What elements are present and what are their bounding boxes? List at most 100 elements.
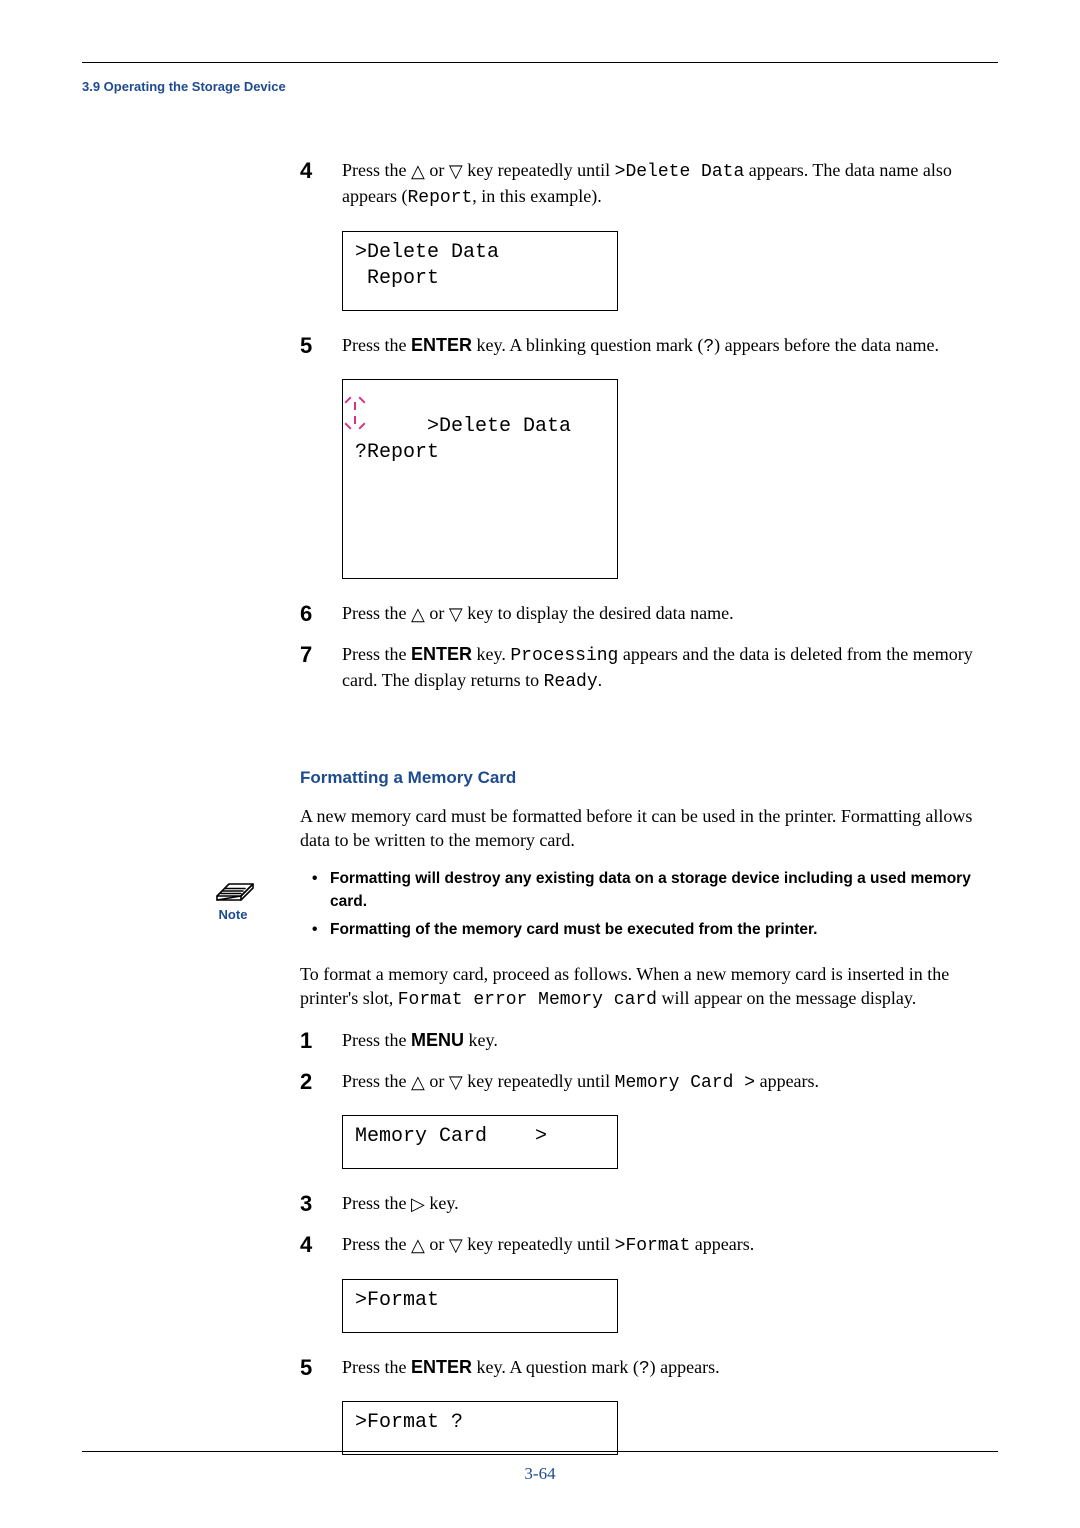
triangle-right-icon: ▷ [411,1192,425,1216]
lcd-line: ?Report [355,441,439,464]
code-text: Format error Memory card [398,990,657,1010]
step-body: Press the △ or ▽ key repeatedly until Me… [342,1069,998,1101]
step-body: Press the MENU key. [342,1028,998,1058]
code-text: ? [639,1359,650,1379]
step-number: 3 [300,1191,342,1215]
step-a4: 4 Press the △ or ▽ key repeatedly until … [300,158,998,217]
triangle-down-icon: ▽ [449,159,463,183]
triangle-down-icon: ▽ [449,1233,463,1257]
text: key repeatedly until [463,160,615,180]
text: Press the [342,1193,411,1213]
blink-indicator-icon [347,384,373,410]
lead-paragraph: To format a memory card, proceed as foll… [300,962,998,1013]
text: Press the [342,1357,411,1377]
lcd-line: >Delete Data [427,415,571,438]
text: Press the [342,1234,411,1254]
text: key repeatedly until [463,1234,615,1254]
code-text: >Delete Data [615,162,745,182]
triangle-up-icon: △ [411,159,425,183]
step-a5: 5 Press the ENTER key. A blinking questi… [300,333,998,365]
step-body: Press the ▷ key. [342,1191,998,1222]
step-number: 7 [300,642,342,666]
step-number: 4 [300,158,342,182]
text: will appear on the message display. [657,988,916,1008]
step-number: 1 [300,1028,342,1052]
text: key. [464,1030,498,1050]
text: or [425,1071,449,1091]
step-number: 5 [300,1355,342,1379]
step-body: Press the ENTER key. A blinking question… [342,333,998,365]
step-b2: 2 Press the △ or ▽ key repeatedly until … [300,1069,998,1101]
code-text: ? [703,337,714,357]
step-body: Press the ENTER key. Processing appears … [342,642,998,701]
step-number: 4 [300,1232,342,1256]
step-body: Press the △ or ▽ key repeatedly until >F… [342,1232,998,1264]
note-item: Formatting will destroy any existing dat… [330,868,998,913]
note-icon: Note [198,864,268,924]
page: 3.9 Operating the Storage Device 4 Press… [0,0,1080,1528]
step-number: 5 [300,333,342,357]
text: key to display the desired data name. [463,603,734,623]
lcd-display: >Delete Data Report [342,231,618,311]
key-name: ENTER [411,1357,472,1377]
step-b3: 3 Press the ▷ key. [300,1191,998,1222]
text: Press the [342,1071,411,1091]
text: Press the [342,335,411,355]
bottom-rule [82,1451,998,1452]
triangle-down-icon: ▽ [449,602,463,626]
content-column: 4 Press the △ or ▽ key repeatedly until … [300,158,998,1477]
text: Press the [342,644,411,664]
code-text: Report [407,188,472,208]
triangle-up-icon: △ [411,1233,425,1257]
text: Press the [342,1030,411,1050]
step-b4: 4 Press the △ or ▽ key repeatedly until … [300,1232,998,1264]
note-block: Note Formatting will destroy any existin… [300,868,998,941]
text: or [425,160,449,180]
triangle-up-icon: △ [411,602,425,626]
lcd-display: >Format ? [342,1401,618,1455]
triangle-up-icon: △ [411,1070,425,1094]
lcd-display: >Delete Data ?Report [342,379,618,579]
step-body: Press the ENTER key. A question mark (?)… [342,1355,998,1387]
code-text: Processing [510,646,618,666]
text: or [425,603,449,623]
note-label: Note [198,906,268,924]
text: key. [425,1193,459,1213]
step-a6: 6 Press the △ or ▽ key to display the de… [300,601,998,632]
step-b1: 1 Press the MENU key. [300,1028,998,1058]
lcd-display: >Format [342,1279,618,1333]
text: appears. [690,1234,754,1254]
step-number: 6 [300,601,342,625]
step-body: Press the △ or ▽ key repeatedly until >D… [342,158,998,217]
text: or [425,1234,449,1254]
text: . [598,670,603,690]
note-list: Formatting will destroy any existing dat… [300,868,998,941]
page-number: 3-64 [0,1463,1080,1486]
step-body: Press the △ or ▽ key to display the desi… [342,601,998,632]
text: key. A blinking question mark ( [472,335,703,355]
note-item: Formatting of the memory card must be ex… [330,919,998,941]
text: , in this example). [472,186,601,206]
text: appears. [755,1071,819,1091]
code-text: Memory Card > [615,1073,755,1093]
text: key. A question mark ( [472,1357,639,1377]
text: Press the [342,160,411,180]
triangle-down-icon: ▽ [449,1070,463,1094]
key-name: ENTER [411,335,472,355]
key-name: MENU [411,1030,464,1050]
running-head: 3.9 Operating the Storage Device [82,78,286,96]
step-b5: 5 Press the ENTER key. A question mark (… [300,1355,998,1387]
top-rule [82,62,998,63]
text: ) appears before the data name. [714,335,939,355]
text: ) appears. [650,1357,720,1377]
lcd-display: Memory Card > [342,1115,618,1169]
section-heading: Formatting a Memory Card [300,767,998,790]
code-text: >Format [615,1236,691,1256]
code-text: Ready [544,672,598,692]
step-number: 2 [300,1069,342,1093]
text: key repeatedly until [463,1071,615,1091]
text: key. [472,644,510,664]
intro-paragraph: A new memory card must be formatted befo… [300,804,998,853]
text: Press the [342,603,411,623]
step-a7: 7 Press the ENTER key. Processing appear… [300,642,998,701]
